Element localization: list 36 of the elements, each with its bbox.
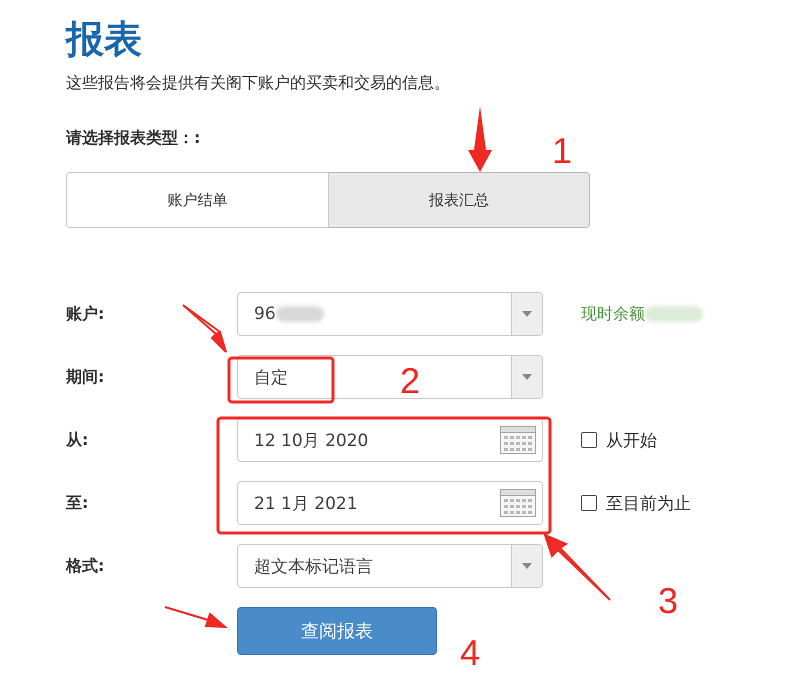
dropdown[interactable]: 96 bbox=[237, 292, 543, 336]
report-type-tab[interactable]: 报表汇总 bbox=[328, 172, 590, 228]
annotation-number: 1 bbox=[552, 130, 572, 171]
dropdown-value: 超文本标记语言 bbox=[253, 556, 373, 578]
checkbox[interactable] bbox=[581, 432, 597, 448]
date-field[interactable]: 12 10月 2020 bbox=[237, 418, 543, 462]
annotation-number: 2 bbox=[400, 360, 420, 401]
annotation-arrow bbox=[182, 304, 227, 353]
caret-icon bbox=[522, 374, 532, 380]
field-label: 至: bbox=[66, 492, 90, 514]
page-title: 报表 bbox=[66, 16, 143, 63]
date-value: 12 10月 2020 bbox=[253, 430, 368, 452]
view-report-button[interactable]: 查阅报表 bbox=[237, 607, 437, 655]
checkbox[interactable] bbox=[581, 495, 597, 511]
caret-icon bbox=[522, 563, 532, 569]
dropdown-value: 自定 bbox=[253, 366, 288, 388]
field-label: 账户: bbox=[66, 304, 106, 324]
annotation-number: 3 bbox=[658, 580, 678, 621]
type-prompt: 请选择报表类型：: bbox=[66, 127, 202, 149]
page-description: 这些报告将会提供有关阁下账户的买卖和交易的信息。 bbox=[66, 72, 451, 94]
annotation-number: 4 bbox=[460, 632, 480, 673]
date-field[interactable]: 21 1月 2021 bbox=[237, 481, 543, 525]
checkbox-label: 至目前为止 bbox=[606, 492, 691, 514]
field-label: 格式: bbox=[66, 556, 106, 576]
checkbox-label: 从开始 bbox=[606, 430, 657, 452]
report-type-tab[interactable]: 账户结单 bbox=[66, 172, 328, 228]
annotation-arrow bbox=[543, 533, 611, 601]
annotation-arrow bbox=[164, 606, 228, 628]
date-value: 21 1月 2021 bbox=[253, 492, 358, 514]
field-label: 期间: bbox=[66, 366, 106, 388]
caret-icon bbox=[522, 311, 532, 317]
annotation-arrow bbox=[468, 106, 492, 172]
field-label: 从: bbox=[66, 430, 90, 450]
dropdown-value: 96 bbox=[253, 304, 276, 324]
dropdown[interactable]: 超文本标记语言 bbox=[237, 544, 543, 588]
current-balance-label: 现时余额 bbox=[581, 304, 645, 324]
